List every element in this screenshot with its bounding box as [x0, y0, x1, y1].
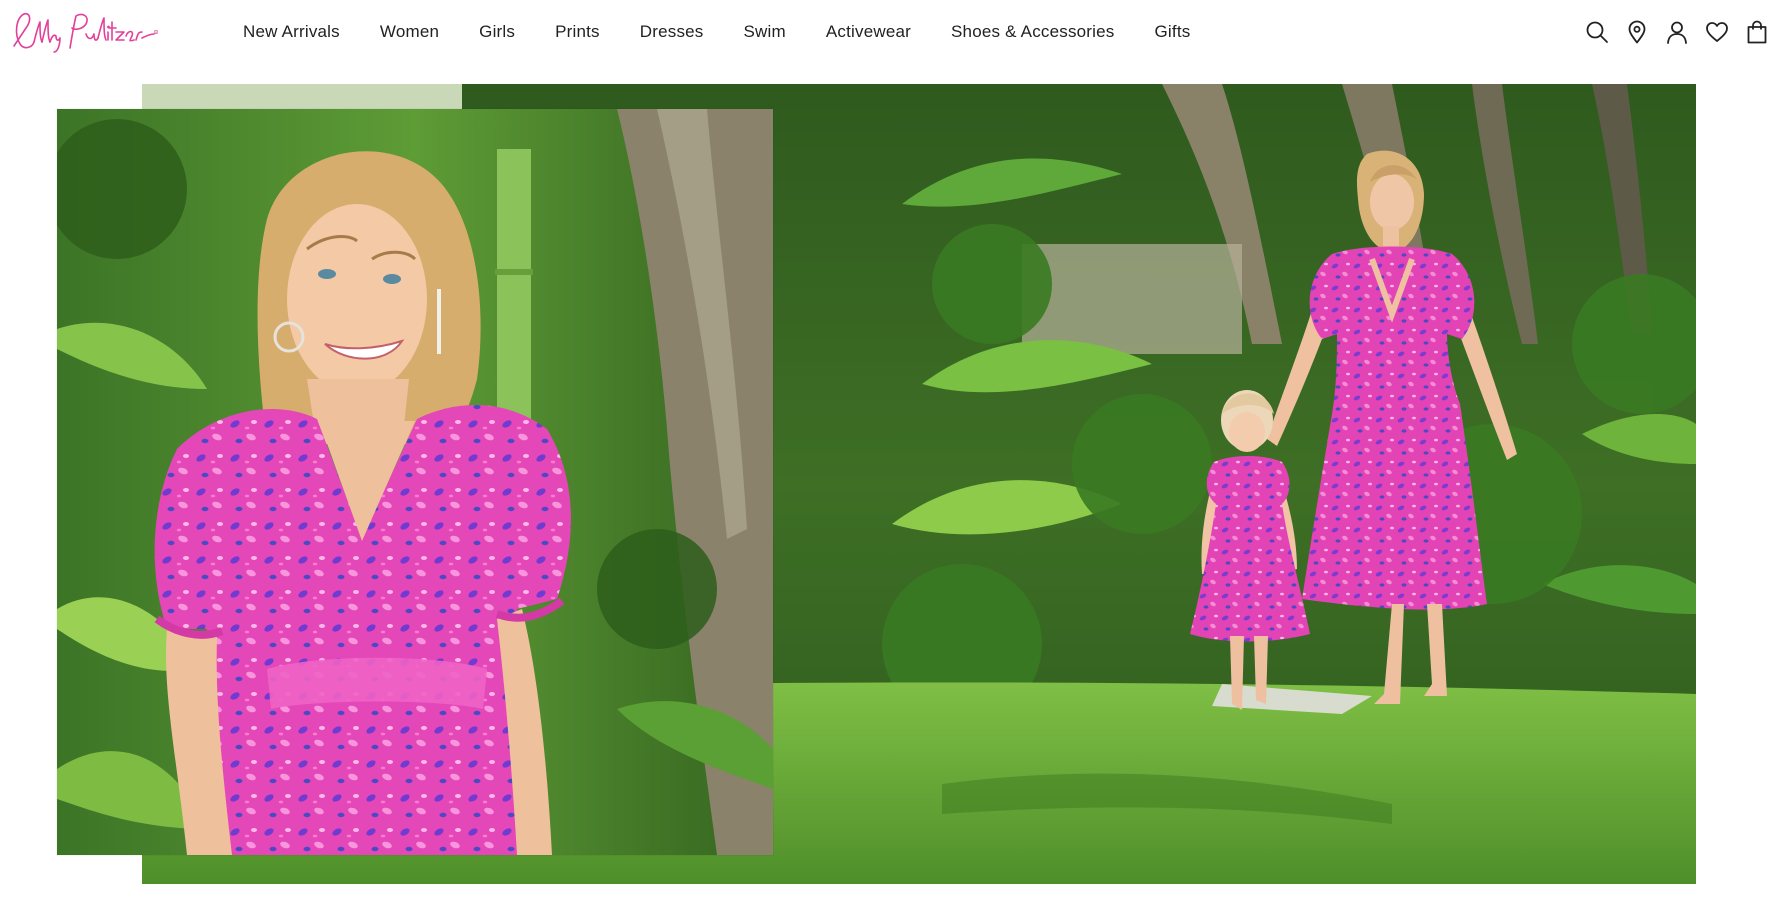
store-locator-icon[interactable] [1624, 19, 1650, 45]
brand-logo[interactable]: R [10, 8, 162, 54]
wishlist-icon[interactable] [1704, 19, 1730, 45]
hero-inset-image[interactable] [57, 109, 773, 855]
nav-item-girls[interactable]: Girls [479, 22, 515, 42]
lilly-pulitzer-logo-icon: R [13, 12, 159, 53]
shopping-bag-icon[interactable] [1744, 19, 1770, 45]
site-header: R New Arrivals Women Girls Prints Dresse… [0, 0, 1790, 64]
hero-banner[interactable] [0, 64, 1790, 902]
nav-item-women[interactable]: Women [380, 22, 439, 42]
account-icon[interactable] [1664, 19, 1690, 45]
search-icon[interactable] [1584, 19, 1610, 45]
main-navigation: New Arrivals Women Girls Prints Dresses … [243, 0, 1190, 64]
nav-item-swim[interactable]: Swim [744, 22, 786, 42]
utility-icons [1584, 0, 1790, 64]
nav-item-shoes-accessories[interactable]: Shoes & Accessories [951, 22, 1115, 42]
nav-item-dresses[interactable]: Dresses [640, 22, 704, 42]
nav-item-gifts[interactable]: Gifts [1155, 22, 1191, 42]
svg-text:R: R [155, 30, 157, 34]
closeup-portrait-image [57, 109, 773, 855]
nav-item-new-arrivals[interactable]: New Arrivals [243, 22, 340, 42]
nav-item-activewear[interactable]: Activewear [826, 22, 911, 42]
nav-item-prints[interactable]: Prints [555, 22, 600, 42]
